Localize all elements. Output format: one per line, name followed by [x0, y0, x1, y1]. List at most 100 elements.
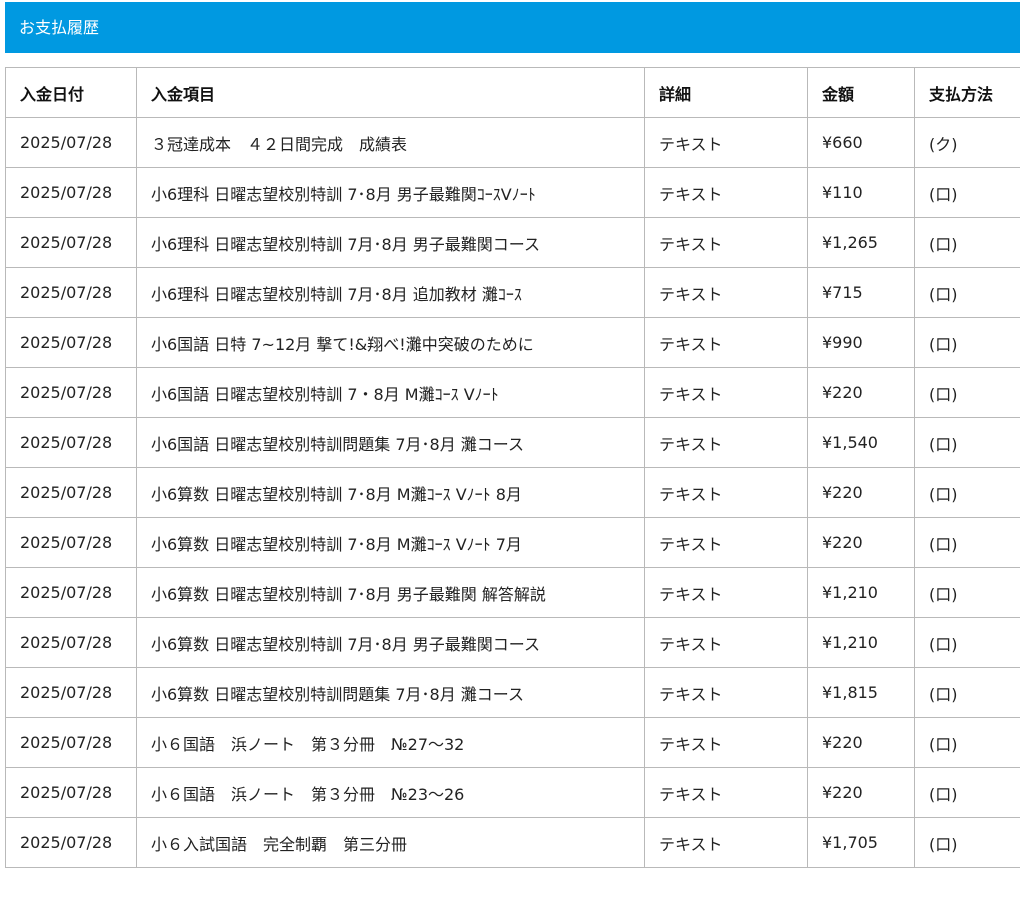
cell-item: 小６入試国語 完全制覇 第三分冊	[136, 817, 645, 868]
cell-payment-method: (口)	[914, 167, 1020, 218]
cell-amount: ¥1,210	[807, 617, 915, 668]
cell-payment-method: (口)	[914, 617, 1020, 668]
cell-date: 2025/07/28	[5, 567, 137, 618]
table-row: 2025/07/28 小6理科 日曜志望校別特訓 7月･8月 男子最難関コース テキ…	[5, 217, 1020, 268]
cell-item: 小6理科 日曜志望校別特訓 7月･8月 男子最難関コース	[136, 217, 645, 268]
cell-amount: ¥1,540	[807, 417, 915, 468]
cell-item: 小6理科 日曜志望校別特訓 7月･8月 追加教材 灘ｺｰｽ	[136, 267, 645, 318]
cell-item: ３冠達成本 ４２日間完成 成績表	[136, 117, 645, 168]
cell-date: 2025/07/28	[5, 767, 137, 818]
cell-detail: テキスト	[644, 317, 808, 368]
cell-date: 2025/07/28	[5, 617, 137, 668]
table-row: 2025/07/28 小6理科 日曜志望校別特訓 7･8月 男子最難関ｺｰｽVﾉｰ…	[5, 167, 1020, 218]
column-header-date: 入金日付	[5, 67, 137, 118]
cell-amount: ¥715	[807, 267, 915, 318]
table-row: 2025/07/28 小6国語 日曜志望校別特訓問題集 7月･8月 灘コース テキス…	[5, 417, 1020, 468]
cell-date: 2025/07/28	[5, 717, 137, 768]
cell-date: 2025/07/28	[5, 317, 137, 368]
cell-item: 小６国語 浜ノート 第３分冊 №23～26	[136, 767, 645, 818]
cell-payment-method: (口)	[914, 567, 1020, 618]
cell-date: 2025/07/28	[5, 367, 137, 418]
cell-detail: テキスト	[644, 267, 808, 318]
table-body: 2025/07/28 ３冠達成本 ４２日間完成 成績表 テキスト ¥660 (ク) 202…	[5, 117, 1020, 868]
cell-amount: ¥220	[807, 367, 915, 418]
cell-date: 2025/07/28	[5, 467, 137, 518]
cell-item: 小6算数 日曜志望校別特訓 7･8月 M灘ｺｰｽ Vﾉｰﾄ 8月	[136, 467, 645, 518]
table-row: 2025/07/28 ３冠達成本 ４２日間完成 成績表 テキスト ¥660 (ク)	[5, 117, 1020, 168]
cell-payment-method: (口)	[914, 817, 1020, 868]
cell-amount: ¥220	[807, 517, 915, 568]
cell-detail: テキスト	[644, 817, 808, 868]
cell-amount: ¥220	[807, 767, 915, 818]
cell-payment-method: (口)	[914, 717, 1020, 768]
column-header-payment-method: 支払方法	[914, 67, 1020, 118]
cell-date: 2025/07/28	[5, 117, 137, 168]
cell-item: 小6理科 日曜志望校別特訓 7･8月 男子最難関ｺｰｽVﾉｰﾄ	[136, 167, 645, 218]
cell-payment-method: (口)	[914, 367, 1020, 418]
cell-detail: テキスト	[644, 767, 808, 818]
column-header-detail: 詳細	[644, 67, 808, 118]
cell-amount: ¥110	[807, 167, 915, 218]
table-row: 2025/07/28 小6国語 日特 7~12月 撃て!&翔べ!灘中突破のためにテ…	[5, 317, 1020, 368]
table-row: 2025/07/28 小６入試国語 完全制覇 第三分冊 テキスト ¥1,705 (口)	[5, 817, 1020, 868]
column-header-amount: 金額	[807, 67, 915, 118]
cell-amount: ¥1,705	[807, 817, 915, 868]
table-row: 2025/07/28 小6理科 日曜志望校別特訓 7月･8月 追加教材 灘ｺｰｽテ…	[5, 267, 1020, 318]
cell-date: 2025/07/28	[5, 517, 137, 568]
cell-detail: テキスト	[644, 367, 808, 418]
cell-amount: ¥220	[807, 717, 915, 768]
table-row: 2025/07/28 小6算数 日曜志望校別特訓 7･8月 男子最難関 解答解説テ…	[5, 567, 1020, 618]
table-header-row: 入金日付 入金項目 詳細 金額 支払方法	[5, 67, 1020, 118]
table-row: 2025/07/28 小6国語 日曜志望校別特訓 7・8月 M灘ｺｰｽ Vﾉｰﾄテ…	[5, 367, 1020, 418]
cell-amount: ¥660	[807, 117, 915, 168]
cell-amount: ¥1,265	[807, 217, 915, 268]
payment-history-table-container: 入金日付 入金項目 詳細 金額 支払方法 2025/07/28 ３冠達成本 ４２日…	[5, 67, 1020, 897]
payment-history-table: 入金日付 入金項目 詳細 金額 支払方法 2025/07/28 ３冠達成本 ４２日…	[5, 67, 1020, 868]
cell-detail: テキスト	[644, 167, 808, 218]
cell-date: 2025/07/28	[5, 817, 137, 868]
page-title: お支払履歴	[19, 18, 100, 37]
cell-item: 小6算数 日曜志望校別特訓 7･8月 M灘ｺｰｽ Vﾉｰﾄ 7月	[136, 517, 645, 568]
cell-payment-method: (口)	[914, 217, 1020, 268]
table-row: 2025/07/28 小6算数 日曜志望校別特訓 7･8月 M灘ｺｰｽ Vﾉｰﾄ …	[5, 517, 1020, 568]
cell-date: 2025/07/28	[5, 267, 137, 318]
cell-payment-method: (口)	[914, 467, 1020, 518]
cell-item: 小6国語 日曜志望校別特訓問題集 7月･8月 灘コース	[136, 417, 645, 468]
cell-detail: テキスト	[644, 567, 808, 618]
cell-item: 小6算数 日曜志望校別特訓問題集 7月･8月 灘コース	[136, 667, 645, 718]
table-row: 2025/07/28 小6算数 日曜志望校別特訓 7月･8月 男子最難関コース テキ…	[5, 617, 1020, 668]
cell-date: 2025/07/28	[5, 417, 137, 468]
column-header-item: 入金項目	[136, 67, 645, 118]
cell-amount: ¥1,815	[807, 667, 915, 718]
cell-detail: テキスト	[644, 117, 808, 168]
cell-date: 2025/07/28	[5, 217, 137, 268]
cell-item: 小6算数 日曜志望校別特訓 7月･8月 男子最難関コース	[136, 617, 645, 668]
cell-payment-method: (口)	[914, 317, 1020, 368]
cell-payment-method: (口)	[914, 667, 1020, 718]
cell-detail: テキスト	[644, 667, 808, 718]
table-row: 2025/07/28 小６国語 浜ノート 第３分冊 №23～26 テキスト ¥220(…	[5, 767, 1020, 818]
cell-item: 小6国語 日曜志望校別特訓 7・8月 M灘ｺｰｽ Vﾉｰﾄ	[136, 367, 645, 418]
cell-item: 小6国語 日特 7~12月 撃て!&翔べ!灘中突破のために	[136, 317, 645, 368]
cell-payment-method: (ク)	[914, 117, 1020, 168]
cell-detail: テキスト	[644, 417, 808, 468]
cell-payment-method: (口)	[914, 767, 1020, 818]
cell-detail: テキスト	[644, 467, 808, 518]
cell-payment-method: (口)	[914, 267, 1020, 318]
cell-item: 小6算数 日曜志望校別特訓 7･8月 男子最難関 解答解説	[136, 567, 645, 618]
cell-amount: ¥990	[807, 317, 915, 368]
cell-amount: ¥1,210	[807, 567, 915, 618]
table-row: 2025/07/28 小6算数 日曜志望校別特訓問題集 7月･8月 灘コース テキス…	[5, 667, 1020, 718]
cell-detail: テキスト	[644, 517, 808, 568]
table-row: 2025/07/28 小6算数 日曜志望校別特訓 7･8月 M灘ｺｰｽ Vﾉｰﾄ …	[5, 467, 1020, 518]
cell-detail: テキスト	[644, 717, 808, 768]
table-row: 2025/07/28 小６国語 浜ノート 第３分冊 №27～32 テキスト ¥220(…	[5, 717, 1020, 768]
cell-date: 2025/07/28	[5, 667, 137, 718]
cell-amount: ¥220	[807, 467, 915, 518]
cell-detail: テキスト	[644, 217, 808, 268]
cell-detail: テキスト	[644, 617, 808, 668]
page-title-bar: お支払履歴	[5, 2, 1020, 53]
cell-payment-method: (口)	[914, 417, 1020, 468]
cell-date: 2025/07/28	[5, 167, 137, 218]
cell-item: 小６国語 浜ノート 第３分冊 №27～32	[136, 717, 645, 768]
